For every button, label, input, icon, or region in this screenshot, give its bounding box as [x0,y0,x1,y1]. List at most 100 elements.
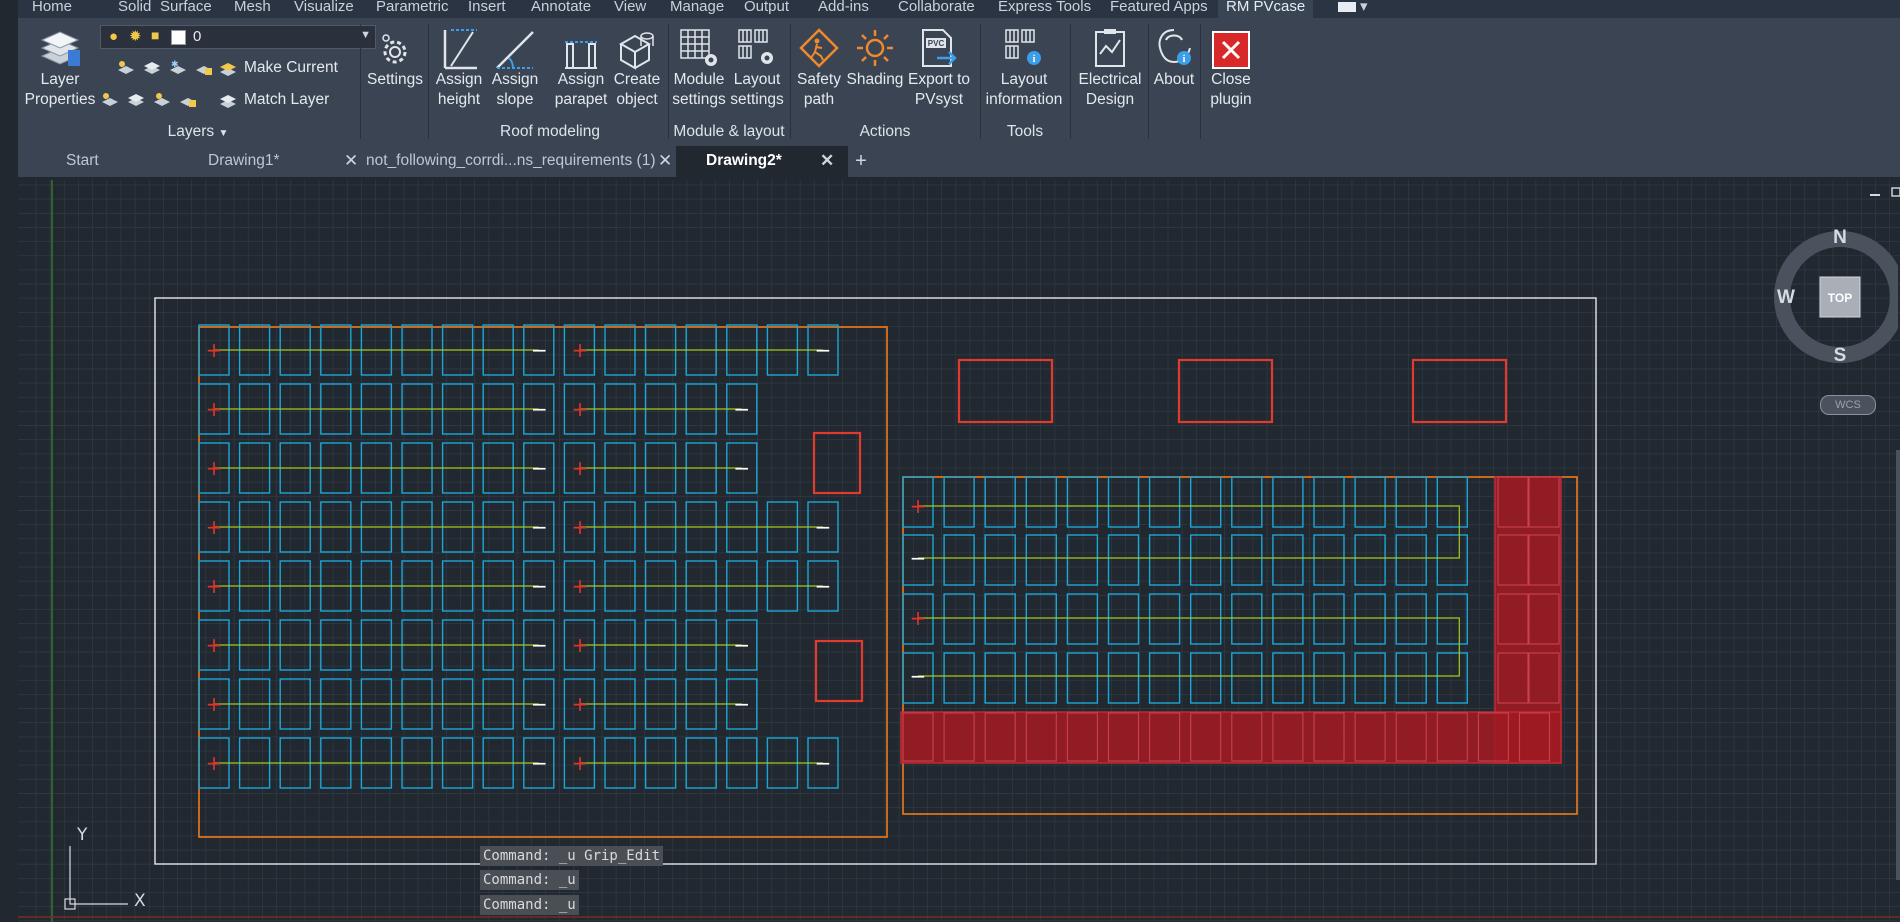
pv-module[interactable] [1107,534,1140,586]
layer-off-icon[interactable] [100,90,120,110]
obstacle[interactable] [814,639,864,703]
pv-module[interactable] [1436,593,1469,645]
pv-module[interactable] [1395,534,1427,586]
layer-thaw-icon[interactable] [152,90,172,110]
ribbon-tab-mesh[interactable]: Mesh [234,0,271,18]
ribbon-tab-featured-apps[interactable]: Featured Apps [1110,0,1208,18]
pv-module[interactable] [1436,534,1469,586]
tab-drawing2[interactable]: Drawing2* ✕ [676,146,848,177]
ribbon-tab-annotate[interactable]: Annotate [531,0,591,18]
assign-height-button[interactable]: Assign height [430,22,488,110]
layer-isolate-icon[interactable] [116,58,136,78]
layer-freeze-icon[interactable]: ✱ [168,58,188,78]
ribbon-tab-home[interactable]: Home [32,0,72,18]
pv-module[interactable] [1189,652,1222,704]
assign-slope-button[interactable]: Assign slope [486,22,544,110]
shading-button[interactable]: Shading [846,22,904,90]
assign-parapet-button[interactable]: Assign parapet [552,22,610,110]
close-plugin-button[interactable]: Close plugin [1202,22,1260,110]
pv-module[interactable] [1107,652,1140,704]
layer-unlock-icon[interactable] [178,90,198,110]
ribbon-tab-solid[interactable]: Solid [118,0,151,18]
pv-module[interactable] [1189,476,1222,528]
pv-module[interactable] [984,476,1016,528]
drawing-canvas[interactable]: + − + − + − + − + − + − + − + − + − + − + − + − + − + − + − + − + − + − Y X [18,180,1900,922]
pv-module[interactable] [1313,476,1345,528]
pv-module[interactable] [1066,652,1099,704]
ribbon-tab-surface[interactable]: Surface [160,0,212,18]
pv-module[interactable] [1313,593,1345,645]
pv-module[interactable] [984,534,1016,586]
ribbon-tab-add-ins[interactable]: Add-ins [818,0,869,18]
pv-module[interactable] [1231,593,1263,645]
obstacle[interactable] [812,431,862,495]
new-tab-button[interactable]: + [848,147,874,175]
restore-viewport-icon[interactable] [1891,187,1900,197]
pv-module[interactable] [1025,534,1057,586]
pv-module[interactable] [1436,652,1469,704]
pv-module[interactable] [1313,534,1345,586]
compass-west-label[interactable]: W [1777,287,1795,308]
layer-dropdown[interactable]: ● ✹ ■ 0 ▼ [100,25,376,49]
pv-module[interactable] [1066,534,1099,586]
pv-module[interactable] [1395,593,1427,645]
match-layer-button[interactable]: Match Layer [218,90,329,110]
ribbon-tab-output[interactable]: Output [744,0,789,18]
viewcube[interactable]: TOP N S W WCS [1758,225,1900,415]
pv-module[interactable] [1231,534,1263,586]
layout-settings-button[interactable]: Layout settings [728,22,786,110]
pv-module[interactable] [1066,476,1099,528]
export-pvsyst-button[interactable]: PVC Export to PVsyst [904,22,974,110]
ribbon-display-toggle-icon[interactable]: ▾ [1338,0,1368,18]
ribbon-tab-insert[interactable]: Insert [468,0,506,18]
layers-panel-title[interactable]: Layers ▼ [138,122,258,142]
pv-module[interactable] [1107,476,1140,528]
pv-module[interactable] [1189,534,1222,586]
pv-module[interactable] [1025,652,1057,704]
close-icon[interactable]: ✕ [820,146,834,176]
pv-module[interactable] [1066,593,1099,645]
pv-module[interactable] [1189,593,1222,645]
make-current-button[interactable]: Make Current [218,58,338,78]
close-icon[interactable]: ✕ [658,146,672,176]
ribbon-tab-rm-pvcase[interactable]: RM PVcase [1218,0,1314,18]
ribbon-tab-collaborate[interactable]: Collaborate [898,0,975,18]
pv-module[interactable] [1025,476,1057,528]
compass-south-label[interactable]: S [1834,345,1847,366]
pv-module[interactable] [1231,476,1263,528]
pv-module[interactable] [1107,593,1140,645]
pv-module[interactable] [1272,476,1304,528]
pv-module[interactable] [1272,593,1304,645]
safety-path-button[interactable]: Safety path [792,22,846,110]
layout-information-button[interactable]: i Layout information [982,22,1066,110]
module-settings-button[interactable]: Module settings [670,22,728,110]
create-object-button[interactable]: Create object [608,22,666,110]
settings-button[interactable]: Settings [366,22,424,90]
drawing-svg[interactable]: + − + −+ − + −+ − + −+ − + −+ − + −+ − + −+ − + −+ − + −+−+−YX [18,180,1900,922]
pv-module[interactable] [1436,476,1469,528]
pv-module[interactable] [1025,593,1057,645]
excluded-zone[interactable] [900,711,1562,764]
pv-module[interactable] [1313,652,1345,704]
layer-properties-button[interactable]: Layer Properties [25,22,95,110]
layer-lock-icon[interactable] [194,58,214,78]
layer-walk-icon[interactable] [126,90,146,110]
ribbon-tab-visualize[interactable]: Visualize [294,0,354,18]
pv-module[interactable] [1272,534,1304,586]
pv-module[interactable] [1272,652,1304,704]
layer-unisolate-icon[interactable] [142,58,162,78]
ribbon-tab-parametric[interactable]: Parametric [376,0,449,18]
pv-module[interactable] [984,652,1016,704]
about-button[interactable]: i About [1150,22,1198,90]
ribbon-tab-manage[interactable]: Manage [670,0,724,18]
tab-not-following-requirements[interactable]: not_following_corrdi...ns_requirements (… [336,146,686,177]
pv-module[interactable] [1395,476,1427,528]
vertical-scrollbar[interactable] [1896,450,1900,880]
wcs-menu[interactable]: WCS [1820,395,1876,415]
minimize-viewport-icon[interactable] [1870,194,1880,196]
electrical-design-button[interactable]: Electrical Design [1072,22,1148,110]
pv-module[interactable] [1395,652,1427,704]
pv-module[interactable] [1231,652,1263,704]
ribbon-tab-express-tools[interactable]: Express Tools [998,0,1091,18]
compass-north-label[interactable]: N [1833,227,1847,248]
